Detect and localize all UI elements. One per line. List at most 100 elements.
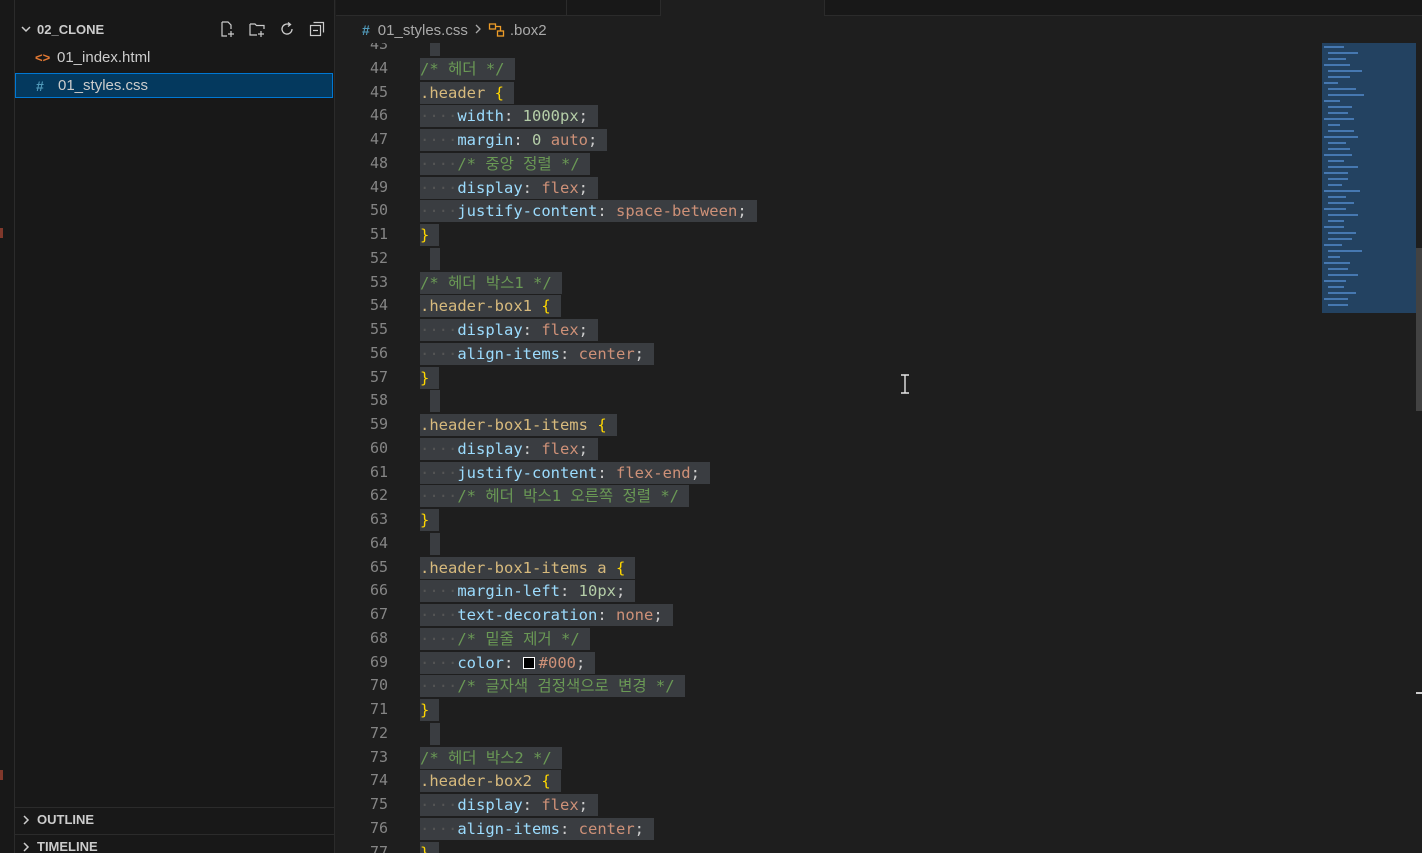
code-line[interactable]: 77}	[336, 840, 1316, 853]
code-line[interactable]: 66 ····margin-left: 10px;	[336, 578, 1316, 603]
code-line[interactable]: 44 /* 헤더 */	[336, 56, 1316, 80]
file-item-index-html[interactable]: <> 01_index.html	[15, 45, 333, 69]
code-text: }	[420, 841, 440, 853]
code-line[interactable]: 55 ····display: flex;	[336, 317, 1316, 341]
code-text: }	[420, 699, 440, 721]
code-token: {	[615, 558, 626, 577]
code-line[interactable]: 58	[336, 388, 1316, 413]
code-line[interactable]: 76 ····align-items: center;	[336, 816, 1316, 840]
color-swatch[interactable]	[522, 656, 535, 669]
explorer-folder-header[interactable]: 02_CLONE	[15, 17, 335, 41]
code-token: ;	[578, 439, 588, 458]
new-folder-icon[interactable]	[247, 19, 267, 39]
code-line[interactable]: 49 ····display: flex;	[336, 175, 1316, 199]
code-text: ····display: flex;	[420, 319, 598, 341]
code-line[interactable]: 56 ····align-items: center;	[336, 341, 1316, 365]
minimap-line	[1328, 268, 1348, 270]
code-line[interactable]: 59 .header-box1-items {	[336, 412, 1316, 436]
minimap-line	[1328, 232, 1356, 234]
code-token: /* 헤더 박스1 */	[420, 273, 552, 292]
css-file-icon: #	[36, 77, 44, 94]
vertical-scrollbar[interactable]	[1416, 248, 1422, 411]
code-line[interactable]: 72	[336, 721, 1316, 745]
code-token: ;	[737, 202, 747, 221]
activity-marker	[0, 228, 3, 238]
code-token: width	[457, 107, 504, 126]
code-line[interactable]: 68 ····/* 밑줄 제거 */	[336, 626, 1316, 650]
code-token: ····	[420, 582, 458, 601]
code-text: ····display: flex;	[420, 794, 598, 816]
breadcrumb-file[interactable]: 01_styles.css	[378, 22, 468, 39]
code-line[interactable]: 70 ····/* 글자색 검정색으로 변경 */	[336, 673, 1316, 698]
code-token: :	[522, 178, 542, 197]
minimap[interactable]	[1316, 43, 1422, 853]
line-number: 50	[369, 201, 388, 220]
code-token: :	[504, 107, 523, 126]
code-line[interactable]: 71}	[336, 697, 1316, 721]
timeline-section-header[interactable]: TIMELINE	[15, 834, 335, 853]
line-number: 74	[369, 771, 388, 790]
code-line[interactable]: 51}	[336, 222, 1316, 246]
minimap-line	[1328, 70, 1362, 72]
minimap-line	[1328, 58, 1346, 60]
code-line[interactable]: 43	[336, 43, 1316, 56]
code-line[interactable]: 45 .header {	[336, 80, 1316, 104]
breadcrumb-symbol[interactable]: .box2	[510, 22, 547, 39]
minimap-line	[1328, 274, 1358, 276]
new-file-icon[interactable]	[217, 19, 237, 39]
minimap-line	[1328, 196, 1346, 198]
code-line[interactable]: 74 .header-box2 {	[336, 768, 1316, 793]
code-line[interactable]: 69 ····color: #000;	[336, 650, 1316, 674]
code-token: ;	[615, 582, 626, 601]
line-number: 60	[369, 438, 388, 457]
code-token: :	[559, 819, 579, 838]
code-token: center	[578, 344, 635, 363]
code-line[interactable]: 63}	[336, 507, 1316, 531]
minimap-line	[1328, 178, 1348, 180]
code-token: {	[597, 416, 607, 434]
code-line[interactable]: 47 ····margin: 0 auto;	[336, 127, 1316, 151]
code-token: }	[420, 843, 430, 853]
code-line[interactable]: 73 /* 헤더 박스2 */	[336, 745, 1316, 769]
minimap-line	[1328, 160, 1344, 162]
code-line[interactable]: 50 ····justify-content: space-between;	[336, 198, 1316, 223]
code-line[interactable]: 54 .header-box1 {	[336, 293, 1316, 318]
code-line[interactable]: 52	[336, 246, 1316, 270]
line-number: 76	[369, 818, 388, 837]
code-token: :	[504, 653, 523, 672]
code-line[interactable]: 46 ····width: 1000px;	[336, 103, 1316, 128]
code-line[interactable]: 75 ····display: flex;	[336, 792, 1316, 816]
refresh-icon[interactable]	[277, 19, 297, 39]
line-number: 46	[369, 106, 388, 125]
file-name: 01_styles.css	[58, 77, 149, 94]
code-token: center	[578, 819, 635, 838]
file-item-styles-css[interactable]: # 01_styles.css	[15, 73, 333, 98]
code-line[interactable]: 53 /* 헤더 박스1 */	[336, 270, 1316, 294]
code-text: .header {	[420, 81, 514, 104]
line-number: 59	[369, 415, 388, 433]
outline-section-header[interactable]: OUTLINE	[15, 807, 335, 831]
code-token: ;	[576, 653, 586, 672]
line-number: 48	[369, 153, 388, 172]
code-token: align-items	[457, 344, 560, 363]
code-line[interactable]: 62 ····/* 헤더 박스1 오른쪽 정렬 */	[336, 483, 1316, 508]
tab-active[interactable]	[660, 0, 825, 16]
code-line[interactable]: 64	[336, 531, 1316, 555]
code-line[interactable]: 65 .header-box1-items a {	[336, 555, 1316, 579]
code-token: text-decoration	[457, 606, 598, 624]
code-line[interactable]: 67 ····text-decoration: none;	[336, 602, 1316, 626]
code-token: ····	[420, 606, 458, 624]
minimap-line	[1328, 88, 1356, 90]
collapse-all-icon[interactable]	[307, 19, 327, 39]
code-token: space-between	[615, 202, 738, 221]
code-line[interactable]: 60 ····display: flex;	[336, 436, 1316, 460]
code-token: display	[457, 321, 523, 339]
minimap-line	[1328, 106, 1352, 108]
code-token: flex	[541, 321, 579, 339]
code-line[interactable]: 61 ····justify-content: flex-end;	[336, 460, 1316, 484]
code-editor[interactable]: 43 44/* 헤더 */ 45 .header {46 ····width: 1000…	[336, 43, 1316, 853]
minimap-line	[1328, 142, 1346, 144]
code-line[interactable]: 48 ····/* 중앙 정렬 */	[336, 151, 1316, 175]
line-number: 45	[369, 82, 388, 101]
code-line[interactable]: 57}	[336, 365, 1316, 389]
